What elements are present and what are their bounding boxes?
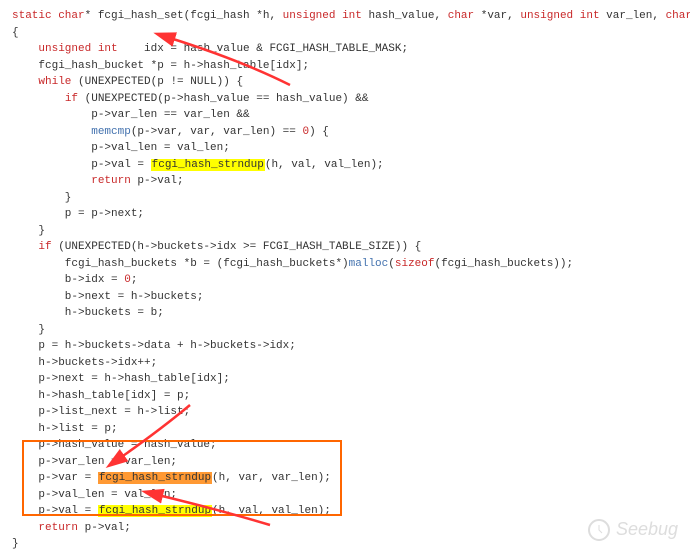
param: hash_value, (362, 10, 448, 22)
code-text: p->val; (131, 175, 184, 187)
code-line: } (12, 190, 678, 207)
indent (12, 241, 38, 253)
keyword-while: while (38, 76, 71, 88)
type-char: char (448, 10, 474, 22)
type-char: char (666, 10, 690, 22)
code-line: memcmp(p->var, var, var_len) == 0) { (12, 124, 678, 141)
code-text: p->val = (12, 505, 98, 517)
code-text: p->val = (12, 159, 151, 171)
code-line: p->val = fcgi_hash_strndup(h, val, val_l… (12, 503, 678, 520)
indent (12, 43, 38, 55)
code-line: return p->val; (12, 520, 678, 537)
keyword-return: return (91, 175, 131, 187)
type-uint: unsigned int (520, 10, 599, 22)
indent (12, 76, 38, 88)
code-text: p->val; (78, 522, 131, 534)
indent (12, 175, 91, 187)
code-text: (h, val, val_len); (265, 159, 384, 171)
watermark-icon (588, 519, 610, 541)
code-line: h->buckets = b; (12, 305, 678, 322)
code-line: p->hash_value = hash_value; (12, 437, 678, 454)
code-text: ( (388, 258, 395, 270)
code-text: (h, val, val_len); (212, 505, 331, 517)
indent (12, 522, 38, 534)
code-text: b->idx = (12, 274, 124, 286)
code-text: (UNEXPECTED(p != NULL)) { (71, 76, 243, 88)
code-line: } (12, 223, 678, 240)
code-line: } (12, 322, 678, 339)
code-line: b->next = h->buckets; (12, 289, 678, 306)
code-line: b->idx = 0; (12, 272, 678, 289)
code-line: p->list_next = h->list; (12, 404, 678, 421)
param: var_len, (600, 10, 666, 22)
code-line: p->val_len = val_len; (12, 487, 678, 504)
code-line: if (UNEXPECTED(p->hash_value == hash_val… (12, 91, 678, 108)
keyword-if: if (38, 241, 51, 253)
code-text: (h, var, var_len); (212, 472, 331, 484)
code-text: (p->var, var, var_len) == (131, 126, 303, 138)
code-line: fcgi_hash_bucket *p = h->hash_table[idx]… (12, 58, 678, 75)
number: 0 (124, 274, 131, 286)
code-line: static char* fcgi_hash_set(fcgi_hash *h,… (12, 8, 678, 25)
code-line: while (UNEXPECTED(p != NULL)) { (12, 74, 678, 91)
type-uint: unsigned int (38, 43, 117, 55)
keyword-return: return (38, 522, 78, 534)
code-line: h->buckets->idx++; (12, 355, 678, 372)
type-uint: unsigned int (283, 10, 362, 22)
code-text: idx = hash_value & FCGI_HASH_TABLE_MASK; (118, 43, 408, 55)
code-text: (UNEXPECTED(h->buckets->idx >= FCGI_HASH… (52, 241, 422, 253)
code-block: static char* fcgi_hash_set(fcgi_hash *h,… (12, 8, 678, 553)
code-line: fcgi_hash_buckets *b = (fcgi_hash_bucket… (12, 256, 678, 273)
code-line: p->val = fcgi_hash_strndup(h, val, val_l… (12, 157, 678, 174)
code-text: fcgi_hash_buckets *b = (fcgi_hash_bucket… (12, 258, 349, 270)
code-line: p = p->next; (12, 206, 678, 223)
watermark: Seebug (588, 516, 678, 543)
fn-memcmp: memcmp (91, 126, 131, 138)
code-line: if (UNEXPECTED(h->buckets->idx >= FCGI_H… (12, 239, 678, 256)
code-line: } (12, 536, 678, 553)
code-text: (fcgi_hash_buckets)); (434, 258, 573, 270)
code-line: { (12, 25, 678, 42)
highlight-strndup: fcgi_hash_strndup (98, 505, 212, 517)
code-line: p = h->buckets->data + h->buckets->idx; (12, 338, 678, 355)
watermark-text: Seebug (616, 516, 678, 543)
type-char: char (52, 10, 85, 22)
code-line: h->hash_table[idx] = p; (12, 388, 678, 405)
code-line: return p->val; (12, 173, 678, 190)
code-text: ) { (309, 126, 329, 138)
param: *var, (474, 10, 520, 22)
fn-sig: * fcgi_hash_set(fcgi_hash *h, (85, 10, 283, 22)
highlight-strndup: fcgi_hash_strndup (98, 472, 212, 484)
code-line: h->list = p; (12, 421, 678, 438)
fn-malloc: malloc (349, 258, 389, 270)
code-line: p->var_len = var_len; (12, 454, 678, 471)
code-text: (UNEXPECTED(p->hash_value == hash_value)… (78, 93, 368, 105)
code-line: p->var_len == var_len && (12, 107, 678, 124)
code-text: ; (131, 274, 138, 286)
code-line: p->next = h->hash_table[idx]; (12, 371, 678, 388)
code-line: unsigned int idx = hash_value & FCGI_HAS… (12, 41, 678, 58)
code-text: p->var = (12, 472, 98, 484)
keyword-if: if (65, 93, 78, 105)
indent (12, 126, 91, 138)
keyword-sizeof: sizeof (395, 258, 435, 270)
code-line: p->var = fcgi_hash_strndup(h, var, var_l… (12, 470, 678, 487)
code-line: p->val_len = val_len; (12, 140, 678, 157)
highlight-strndup: fcgi_hash_strndup (151, 159, 265, 171)
indent (12, 93, 65, 105)
keyword-static: static (12, 10, 52, 22)
